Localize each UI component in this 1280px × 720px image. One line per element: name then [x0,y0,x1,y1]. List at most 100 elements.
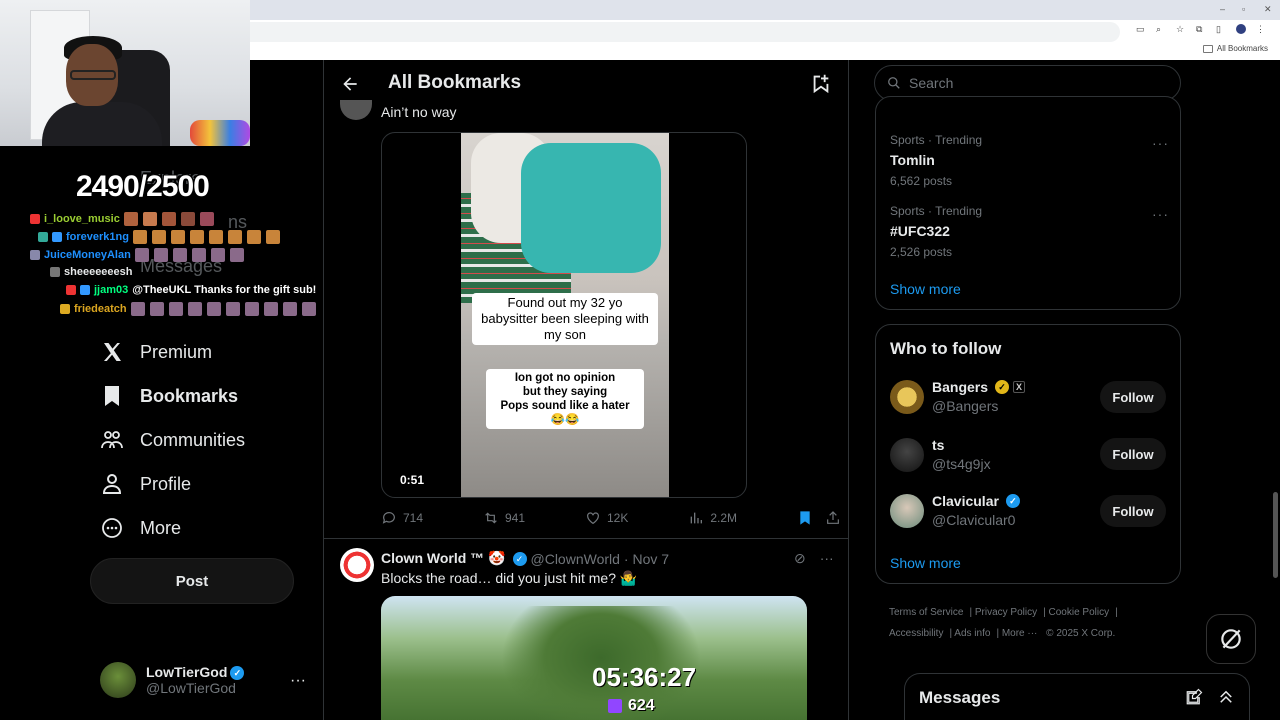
chevron-up-icon[interactable] [1217,688,1235,706]
video-duration: 0:51 [400,473,425,487]
reply-count: 714 [403,511,424,525]
profile-avatar-icon[interactable] [1236,24,1246,34]
grok-button[interactable] [1206,614,1256,664]
show-more-link[interactable]: Show more [890,281,961,297]
follow-button[interactable]: Follow [1100,438,1166,470]
minimize-button[interactable]: – [1220,4,1225,14]
tweet-divider [324,538,848,539]
show-more-link[interactable]: Show more [890,555,961,571]
video-caption: Found out my 32 yo babysitter been sleep… [472,293,658,345]
all-bookmarks-folder[interactable]: All Bookmarks [1202,44,1268,53]
trend-more-icon[interactable]: ··· [1152,206,1169,222]
sidepanel-icon[interactable]: ▯ [1216,24,1226,34]
nav-communities[interactable]: Communities [100,428,245,452]
grok-icon[interactable]: ⊘ [794,550,806,567]
star-icon[interactable]: ☆ [1176,24,1186,34]
avatar [890,493,924,528]
browser-toolbar [250,20,1280,60]
trend-item[interactable]: Sports · Trending Tomlin 6,562 posts [890,133,982,188]
tweet-date[interactable]: · Nov 7 [624,551,669,567]
tweet-more-icon[interactable]: ··· [820,550,834,567]
bookmark-add-icon[interactable] [810,72,832,94]
follow-handle: @ts4g9jx [932,456,991,472]
follow-button[interactable]: Follow [1100,381,1166,413]
browser-extensions: ▭ ⌕ ☆ ⧉ ▯ ⋮ [1136,24,1266,34]
repost-icon [485,512,497,524]
menu-icon[interactable]: ⋮ [1256,24,1266,34]
reply-button[interactable]: 714 [381,510,423,526]
tweet-author-name[interactable]: Clown World ™ 🤡 [381,550,506,567]
close-window-button[interactable]: ✕ [1264,4,1272,15]
avatar [100,662,136,698]
footer-links: Terms of Service | Privacy Policy | Cookie… [889,607,1118,639]
like-button[interactable]: 12K [585,510,628,526]
browser-title-bar: – ▫ ✕ [250,0,1280,20]
back-arrow-icon[interactable] [340,74,360,94]
nav-bookmarks[interactable]: Bookmarks [100,384,238,408]
footer-link[interactable]: Privacy Policy [975,607,1037,618]
chat-user: i_loove_music [44,213,120,225]
share-icon[interactable] [825,510,841,526]
nav-premium[interactable]: Premium [100,340,212,364]
tweet-text: Ain’t no way [381,104,457,120]
follow-suggestion[interactable]: Clavicular ✓ @Clavicular0 [890,493,1020,528]
chat-user: jjam03 [94,284,129,296]
footer-link[interactable]: Ads info [954,628,990,639]
tweet-author-handle[interactable]: @ClownWorld [531,551,620,567]
avatar [890,379,924,414]
trend-more-icon[interactable]: ··· [1152,135,1169,151]
trend-posts: 2,526 posts [890,245,953,259]
avatar[interactable] [340,100,372,120]
follow-suggestion[interactable]: ts @ts4g9jx [890,437,991,472]
cast-icon[interactable]: ▭ [1136,24,1146,34]
nav-more[interactable]: More [100,516,181,540]
footer-link[interactable]: More ··· [1002,628,1038,639]
trend-item[interactable]: Sports · Trending #UFC322 2,526 posts [890,204,982,259]
tweet-video[interactable]: Found out my 32 yo babysitter been sleep… [381,132,747,498]
bookmark-filled-icon[interactable] [797,510,813,526]
chat-line: friedeatch [60,302,317,316]
account-handle: @LowTierGod [146,680,236,697]
zoom-icon[interactable]: ⌕ [1156,24,1166,34]
footer-link[interactable]: Cookie Policy [1049,607,1110,618]
chat-line: sheeeeeeesh [50,266,133,278]
avatar[interactable] [340,548,374,582]
footer-link[interactable]: Accessibility [889,628,943,639]
account-switcher[interactable]: LowTierGod ✓ @LowTierGod [100,662,245,698]
heart-icon [587,512,599,525]
extensions-icon[interactable]: ⧉ [1196,24,1206,34]
nav-profile[interactable]: Profile [100,472,191,496]
post-button[interactable]: Post [90,558,294,604]
address-bar[interactable] [250,22,1120,42]
search-icon [888,77,900,89]
footer-link[interactable]: Terms of Service [889,607,963,618]
chat-user: friedeatch [74,303,127,315]
repost-button[interactable]: 941 [483,510,525,526]
view-count: 2.2M [710,511,738,525]
maximize-button[interactable]: ▫ [1242,4,1245,14]
scrollbar-thumb[interactable] [1273,492,1278,578]
tweet-video[interactable] [381,596,807,720]
stream-timer: 05:36:27 [592,662,697,692]
grok-icon [1221,629,1241,649]
views-button[interactable]: 2.2M [688,510,737,526]
follow-handle: @Clavicular0 [932,512,1016,528]
page-title: All Bookmarks [388,72,522,93]
page-scrollbar[interactable] [1270,60,1280,720]
more-circle-icon [102,518,122,538]
messages-title: Messages [919,688,1001,707]
viewer-count: 624 [628,697,655,714]
new-message-icon[interactable] [1185,688,1203,706]
follow-suggestion[interactable]: Bangers ✓ X @Bangers [890,379,1026,414]
follow-name: ts [932,437,945,453]
trend-name: Tomlin [890,152,935,168]
bookmark-icon [105,386,119,406]
avatar [890,437,924,472]
follow-button[interactable]: Follow [1100,495,1166,527]
nav-communities-label: Communities [140,429,246,450]
messages-drawer[interactable]: Messages [904,673,1250,720]
account-more-icon[interactable]: ··· [290,672,306,690]
trend-category: Sports · Trending [890,133,983,147]
communities-icon [101,431,123,449]
search-input[interactable] [909,75,1149,91]
